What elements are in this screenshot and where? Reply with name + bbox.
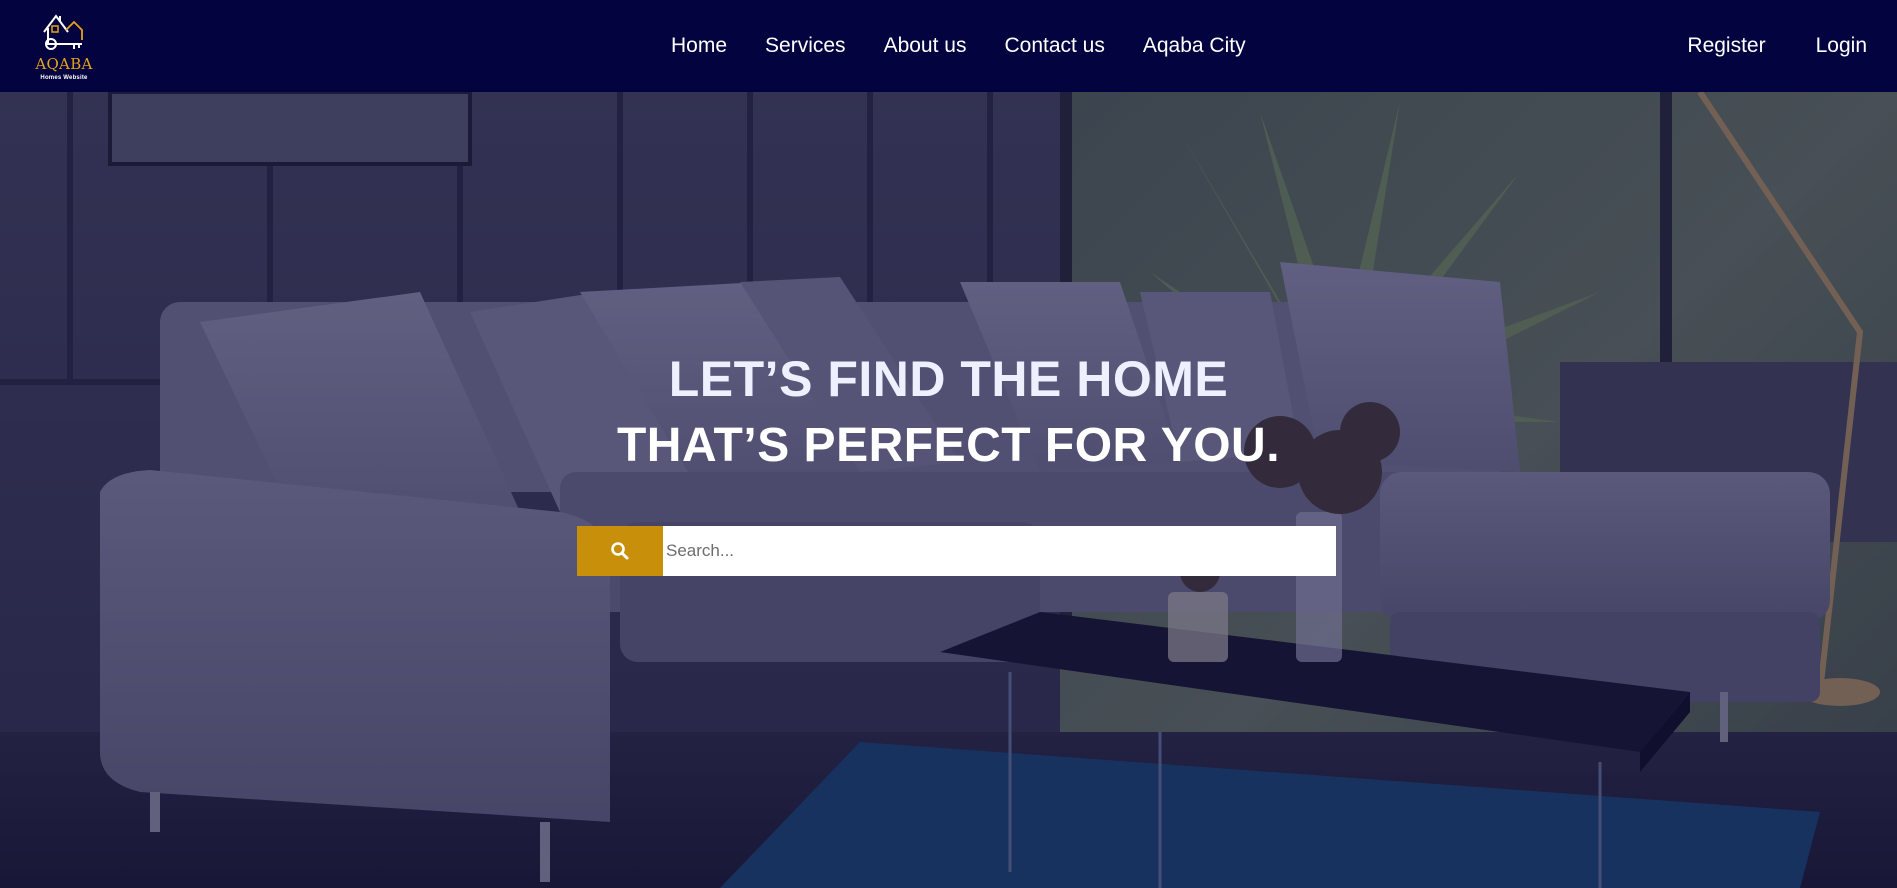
logo[interactable]: AQABA Homes Website xyxy=(34,8,94,84)
hero-section: LET’S FIND THE HOME THAT’S PERFECT FOR Y… xyxy=(0,92,1897,888)
nav-home[interactable]: Home xyxy=(671,34,727,58)
hero-subtitle: THAT’S PERFECT FOR YOU. xyxy=(616,419,1281,472)
search-bar xyxy=(577,526,1336,576)
search-input[interactable] xyxy=(663,526,1336,576)
hero-overlay xyxy=(0,92,1897,888)
search-icon xyxy=(611,542,629,560)
navbar: AQABA Homes Website Home Services About … xyxy=(0,0,1897,92)
nav-contact-us[interactable]: Contact us xyxy=(1004,34,1104,58)
nav-aqaba-city[interactable]: Aqaba City xyxy=(1143,34,1246,58)
search-button[interactable] xyxy=(577,526,663,576)
register-link[interactable]: Register xyxy=(1687,34,1765,58)
nav-about-us[interactable]: About us xyxy=(884,34,967,58)
main-nav: Home Services About us Contact us Aqaba … xyxy=(671,0,1246,92)
house-key-icon xyxy=(43,14,83,50)
logo-tagline: Homes Website xyxy=(40,75,88,81)
logo-name: AQABA xyxy=(35,55,93,73)
hero-title: LET’S FIND THE HOME xyxy=(668,351,1229,407)
auth-nav: Register Login xyxy=(1637,0,1867,92)
nav-services[interactable]: Services xyxy=(765,34,846,58)
login-link[interactable]: Login xyxy=(1816,34,1867,58)
